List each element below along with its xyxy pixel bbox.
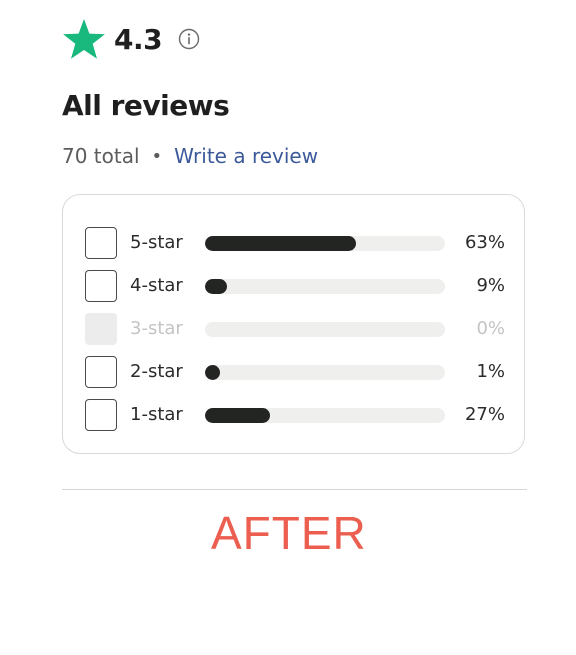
star-distribution-fill: [205, 365, 220, 380]
star-filter-checkbox[interactable]: [85, 227, 117, 259]
star-filter-percent: 9%: [476, 275, 505, 296]
star-filter-card: 5-star 63% 4-star 9% 3-star 0% 2-star 1%…: [62, 194, 525, 454]
star-distribution-bar: [205, 279, 445, 294]
rating-summary: 4.3: [62, 16, 200, 62]
star-filter-label: 1-star: [130, 404, 183, 425]
star-filter-checkbox[interactable]: [85, 399, 117, 431]
star-filter-percent: 1%: [476, 361, 505, 382]
star-filter-checkbox: [85, 313, 117, 345]
star-filter-label: 2-star: [130, 361, 183, 382]
star-filter-percent: 0%: [476, 318, 505, 339]
star-distribution-fill: [205, 408, 270, 423]
star-distribution-fill: [205, 236, 357, 251]
star-distribution-bar: [205, 236, 445, 251]
star-filter-2[interactable]: 2-star 1%: [85, 356, 505, 390]
star-distribution-bar: [205, 365, 445, 380]
review-total-count: 70 total: [62, 144, 140, 168]
star-filter-3: 3-star 0%: [85, 313, 505, 347]
star-filter-percent: 63%: [464, 232, 505, 253]
section-divider: [62, 489, 527, 490]
star-distribution-bar: [205, 322, 445, 337]
star-icon: [63, 19, 105, 59]
write-review-link[interactable]: Write a review: [174, 144, 318, 168]
star-filter-percent: 27%: [464, 404, 505, 425]
star-filter-1[interactable]: 1-star 27%: [85, 399, 505, 433]
star-distribution-bar: [205, 408, 445, 423]
star-filter-label: 4-star: [130, 275, 183, 296]
star-filter-label: 3-star: [130, 318, 183, 339]
star-distribution-fill: [205, 279, 227, 294]
star-filter-checkbox[interactable]: [85, 356, 117, 388]
after-label: AFTER: [211, 507, 367, 559]
star-filter-label: 5-star: [130, 232, 183, 253]
info-icon[interactable]: [178, 28, 200, 50]
meta-separator: •: [151, 145, 163, 167]
star-filter-4[interactable]: 4-star 9%: [85, 270, 505, 304]
star-filter-checkbox[interactable]: [85, 270, 117, 302]
reviews-meta: 70 total • Write a review: [62, 144, 318, 168]
reviews-heading: All reviews: [62, 89, 230, 122]
star-filter-5[interactable]: 5-star 63%: [85, 227, 505, 261]
rating-value: 4.3: [114, 22, 163, 56]
